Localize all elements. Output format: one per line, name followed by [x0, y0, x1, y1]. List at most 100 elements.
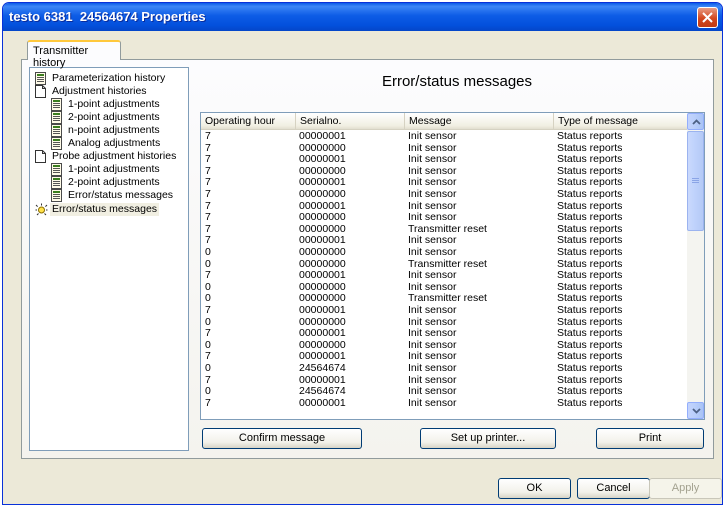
table-row[interactable]: 0 24564674 Init sensor Status reports [201, 362, 688, 375]
tree-item-label: 1-point adjustments [68, 163, 160, 175]
scroll-up-button[interactable] [687, 113, 704, 130]
cell-serialno: 00000001 [299, 153, 346, 166]
cell-message: Init sensor [408, 246, 457, 258]
table-row[interactable]: 0 00000000 Init sensor Status reports [201, 246, 688, 259]
cell-serialno: 00000001 [299, 396, 346, 409]
table-row[interactable]: 0 24564674 Init sensor Status reports [201, 386, 688, 398]
tab-panel: Parameterization history Adjustment histo… [21, 59, 714, 459]
cell-serialno: 24564674 [299, 362, 346, 374]
history-tree[interactable]: Parameterization history Adjustment histo… [29, 67, 189, 451]
close-icon [702, 12, 713, 23]
document-list-icon [51, 176, 62, 189]
table-row[interactable]: 7 00000001 Init sensor Status reports [201, 270, 688, 282]
cell-type: Status reports [557, 327, 623, 340]
cell-message: Init sensor [408, 396, 457, 409]
document-list-icon [51, 111, 62, 124]
document-list-icon [51, 124, 62, 137]
cell-serialno: 24564674 [299, 385, 346, 398]
column-header-message[interactable]: Message [405, 113, 554, 130]
table-row[interactable]: 7 00000000 Init sensor Status reports [201, 188, 688, 201]
confirm-message-button[interactable]: Confirm message [202, 428, 362, 449]
cell-message: Init sensor [408, 304, 457, 316]
document-list-icon [35, 72, 46, 85]
document-list-icon [51, 98, 62, 111]
table-row[interactable]: 7 00000001 Init sensor Status reports [201, 154, 688, 166]
document-list-icon [51, 189, 62, 202]
messages-grid[interactable]: Operating hour Serialno. Message Type of… [200, 112, 705, 420]
cell-operating-hour: 7 [205, 304, 211, 316]
cell-message: Init sensor [408, 211, 457, 224]
cell-serialno: 00000000 [299, 188, 346, 200]
vertical-scrollbar[interactable] [687, 113, 704, 419]
cell-operating-hour: 7 [205, 131, 211, 142]
cell-message: Init sensor [408, 362, 457, 374]
table-row[interactable]: 7 00000001 Init sensor Status reports [201, 304, 688, 317]
cell-message: Init sensor [408, 327, 457, 340]
cell-serialno: 00000001 [299, 304, 346, 316]
cell-operating-hour: 7 [205, 327, 211, 340]
tree-item-label: Error/status messages [50, 203, 160, 216]
tree-item-label: Error/status messages [68, 189, 174, 201]
cell-operating-hour: 7 [205, 188, 211, 200]
grid-rows: 7 00000001 Init sensor Status reports 7 00000… [201, 131, 688, 419]
cell-type: Status reports [557, 304, 623, 316]
scroll-thumb[interactable] [687, 131, 704, 231]
table-row[interactable]: 7 00000001 Init sensor Status reports [201, 396, 688, 410]
close-button[interactable] [697, 7, 718, 28]
window-title: testo 6381 24564674 Properties [9, 9, 206, 24]
chevron-up-icon [692, 119, 701, 125]
tree-item-label: n-point adjustments [68, 124, 160, 136]
cell-operating-hour: 0 [205, 385, 211, 398]
table-row[interactable]: 7 00000001 Init sensor Status reports [201, 328, 688, 340]
cancel-button[interactable]: Cancel [577, 478, 650, 499]
thumb-grip [692, 178, 699, 179]
cell-serialno: 00000000 [299, 246, 346, 258]
chevron-down-icon [692, 408, 701, 414]
cell-operating-hour: 7 [205, 269, 211, 282]
thumb-grip [692, 182, 699, 183]
document-icon [35, 85, 46, 98]
print-button[interactable]: Print [596, 428, 704, 449]
cell-type: Status reports [557, 385, 623, 398]
scroll-down-button[interactable] [687, 402, 704, 419]
tab-transmitter-history[interactable]: Transmitter history [27, 40, 121, 69]
tree-item-label: 2-point adjustments [68, 176, 160, 188]
cell-message: Init sensor [408, 385, 457, 398]
set-up-printer-button[interactable]: Set up printer... [420, 428, 556, 449]
properties-window: testo 6381 24564674 Properties Transmitt… [2, 2, 723, 505]
title-bar[interactable]: testo 6381 24564674 Properties [3, 3, 722, 31]
cell-type: Status reports [557, 211, 623, 224]
tree-item-label: Analog adjustments [68, 137, 161, 149]
table-row[interactable]: 7 00000001 Init sensor Status reports [201, 131, 688, 143]
cell-serialno: 00000001 [299, 327, 346, 340]
table-row[interactable]: 7 00000000 Init sensor Status reports [201, 212, 688, 224]
cell-type: Status reports [557, 269, 623, 282]
cell-type: Status reports [557, 246, 623, 258]
cell-type: Status reports [557, 362, 623, 374]
cell-type: Status reports [557, 153, 623, 166]
cell-message: Init sensor [408, 131, 457, 142]
cell-operating-hour: 7 [205, 153, 211, 166]
cell-operating-hour: 0 [205, 246, 211, 258]
tree-item-label: 2-point adjustments [68, 111, 160, 123]
tree-item-label: Probe adjustment histories [52, 150, 177, 162]
thumb-grip [692, 180, 699, 181]
cell-serialno: 00000000 [299, 211, 346, 224]
ok-button[interactable]: OK [498, 478, 571, 499]
apply-button: Apply [649, 478, 722, 499]
tree-item-label: 1-point adjustments [68, 98, 160, 110]
cell-type: Status reports [557, 131, 623, 142]
column-header-serialno[interactable]: Serialno. [296, 113, 405, 130]
column-header-operating-hour[interactable]: Operating hour [201, 113, 296, 130]
grid-header: Operating hour Serialno. Message Type of… [201, 113, 688, 130]
cell-message: Init sensor [408, 188, 457, 200]
alert-light-icon [35, 203, 48, 216]
cell-message: Init sensor [408, 153, 457, 166]
column-header-type[interactable]: Type of message [554, 113, 688, 130]
cell-operating-hour: 7 [205, 396, 211, 409]
panel-title: Error/status messages [381, 73, 533, 90]
tree-item-label: Parameterization history [52, 72, 166, 84]
cell-serialno: 00000001 [299, 269, 346, 282]
tree-item-label: Adjustment histories [52, 85, 147, 97]
document-list-icon [51, 163, 62, 176]
